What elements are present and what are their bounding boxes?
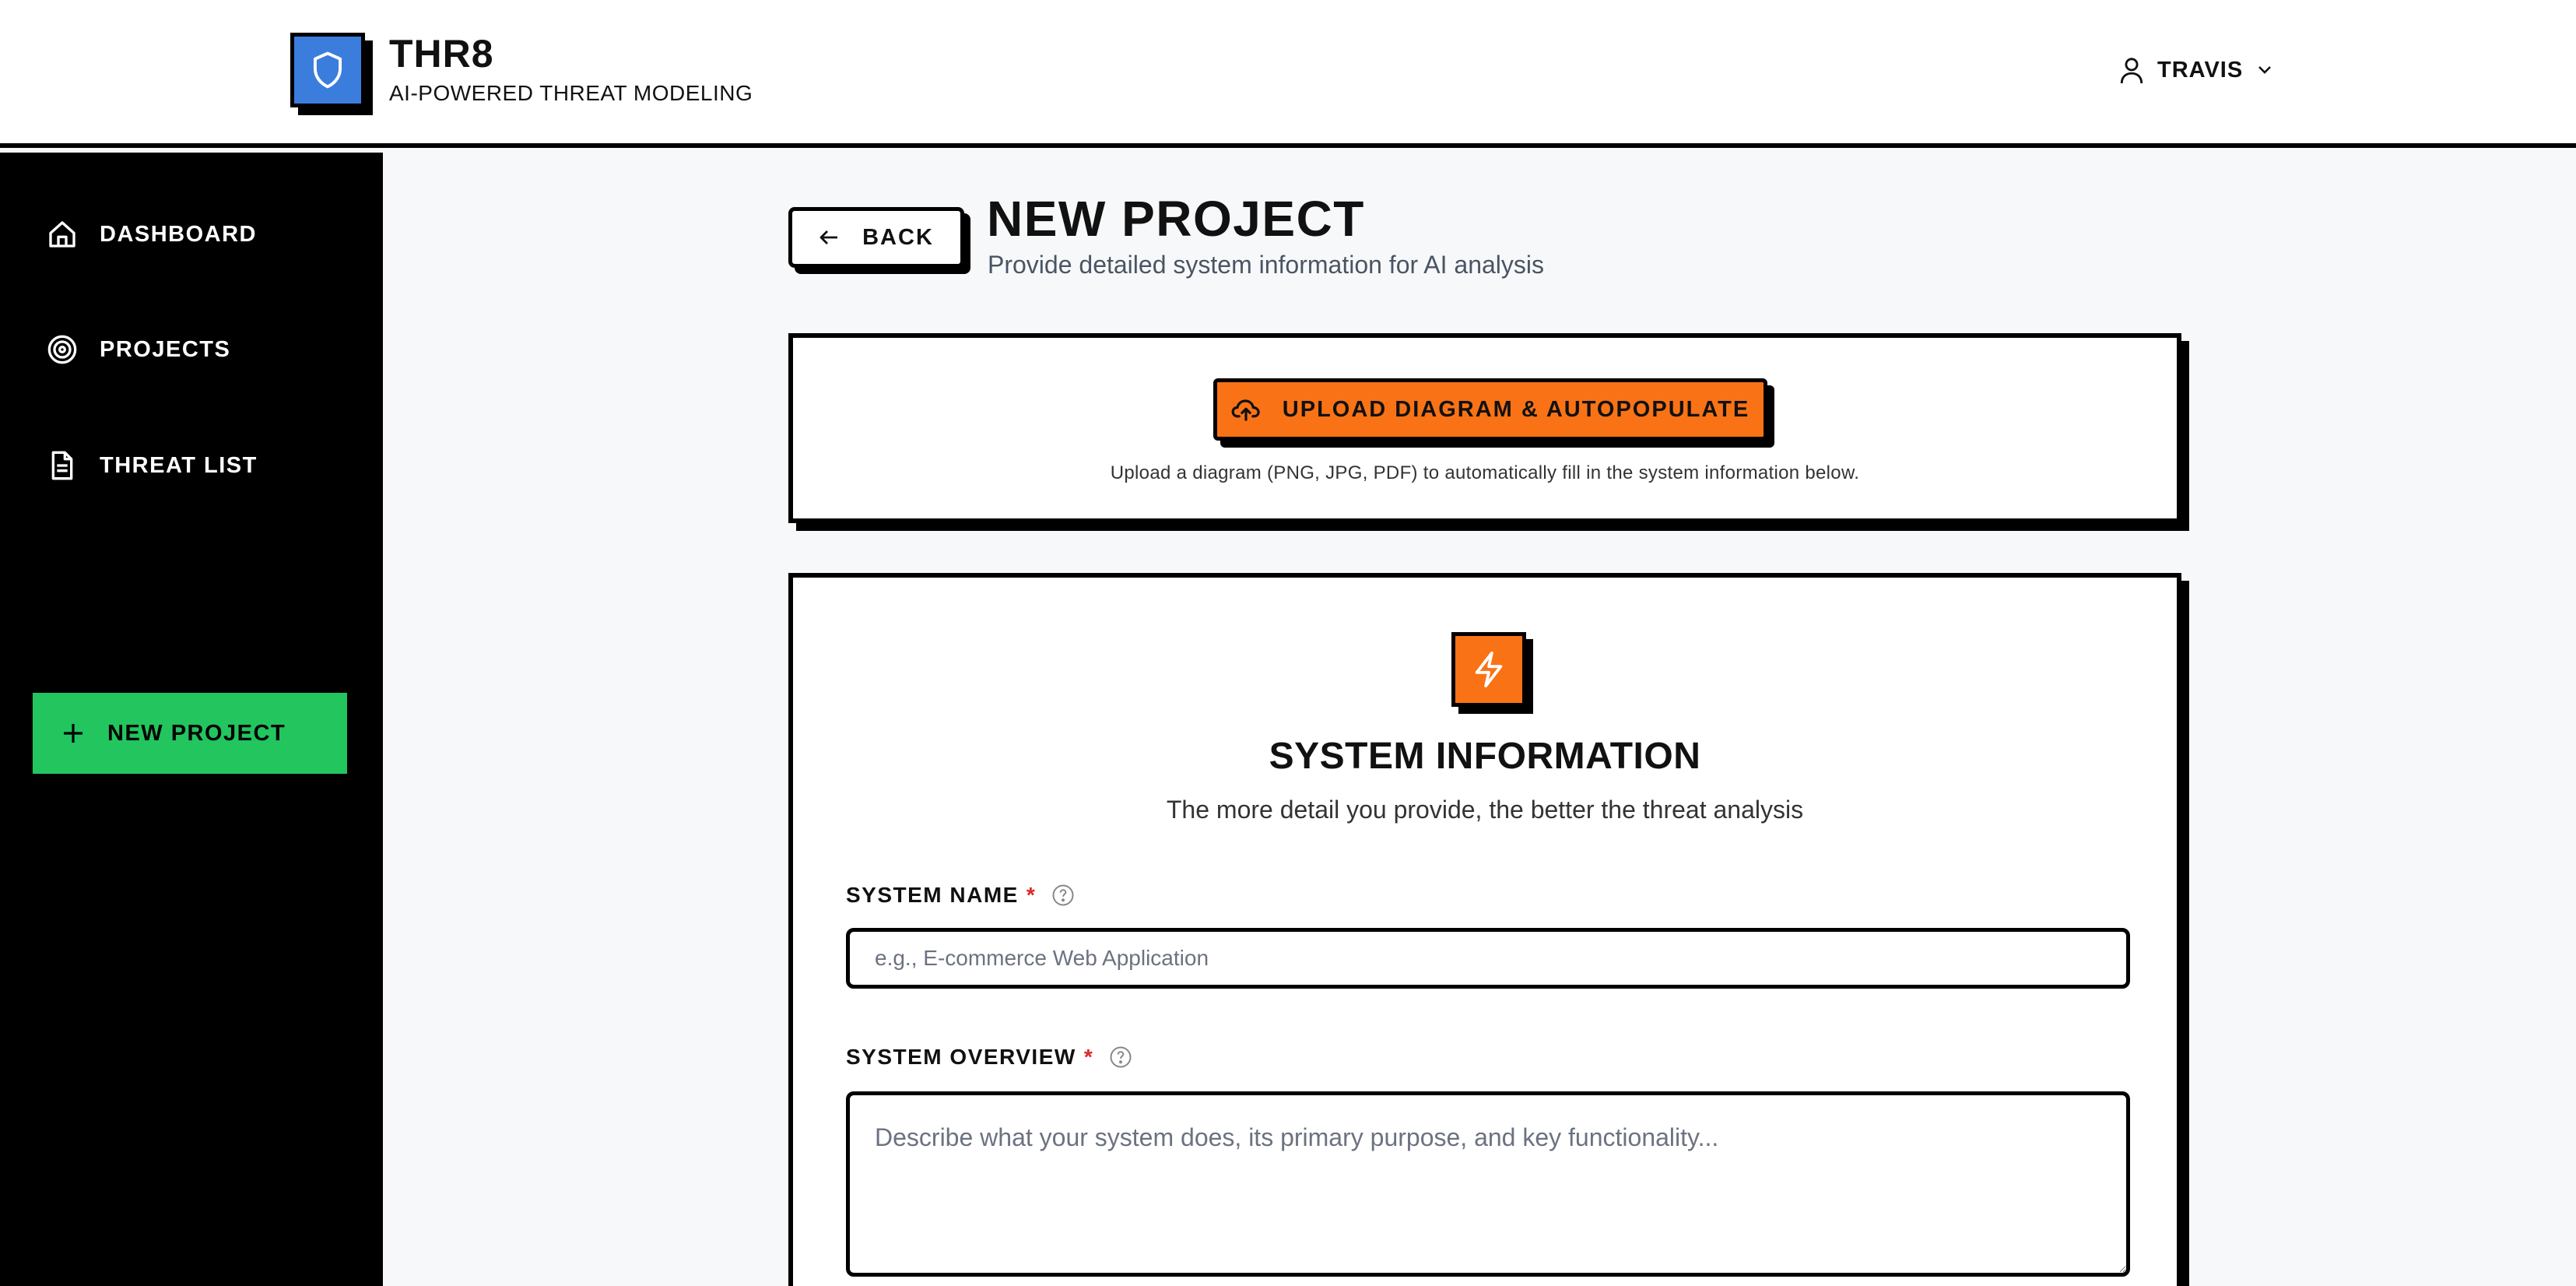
new-project-button[interactable]: NEW PROJECT xyxy=(33,693,347,774)
brand-name: THR8 xyxy=(389,32,494,76)
system-overview-label: SYSTEM OVERVIEW * xyxy=(846,1045,1132,1070)
sidebar-item-label: DASHBOARD xyxy=(100,221,257,247)
section-subtitle: The more detail you provide, the better … xyxy=(1166,796,1804,824)
required-marker: * xyxy=(1083,1045,1094,1069)
brand-logo[interactable] xyxy=(290,33,365,107)
sidebar-item-threat-list[interactable]: THREAT LIST xyxy=(47,442,258,489)
document-icon xyxy=(51,451,73,480)
new-project-label: NEW PROJECT xyxy=(107,720,286,746)
sidebar-item-dashboard[interactable]: DASHBOARD xyxy=(47,211,257,258)
brand-tagline: AI-POWERED THREAT MODELING xyxy=(389,81,753,105)
upload-help-text: Upload a diagram (PNG, JPG, PDF) to auto… xyxy=(1110,462,1860,483)
sidebar: DASHBOARD PROJECTS THREAT LIST NEW PROJE… xyxy=(0,153,383,1286)
user-icon xyxy=(2120,58,2143,84)
field-label-text: SYSTEM NAME xyxy=(846,883,1019,907)
upload-button-label: UPLOAD DIAGRAM & AUTOPOPULATE xyxy=(1282,396,1750,422)
sidebar-item-projects[interactable]: PROJECTS xyxy=(47,326,230,373)
plus-icon xyxy=(64,724,82,743)
chevron-down-icon xyxy=(2258,66,2272,74)
user-name: TRAVIS xyxy=(2157,57,2244,83)
system-name-label: SYSTEM NAME * xyxy=(846,883,1075,908)
lightning-icon xyxy=(1475,652,1503,687)
section-title: SYSTEM INFORMATION xyxy=(1269,736,1701,777)
field-label-text: SYSTEM OVERVIEW xyxy=(846,1045,1076,1069)
upload-card: UPLOAD DIAGRAM & AUTOPOPULATE Upload a d… xyxy=(788,333,2181,523)
bolt-badge xyxy=(1451,632,1526,707)
page-subtitle: Provide detailed system information for … xyxy=(988,251,1544,279)
system-information-card: SYSTEM INFORMATION The more detail you p… xyxy=(788,573,2181,1286)
sidebar-item-label: THREAT LIST xyxy=(100,452,258,478)
page-title: NEW PROJECT xyxy=(987,191,1365,247)
system-name-input[interactable] xyxy=(846,928,2130,989)
sidebar-item-label: PROJECTS xyxy=(100,336,231,362)
top-header: THR8 AI-POWERED THREAT MODELING TRAVIS xyxy=(0,0,2576,148)
cloud-upload-icon xyxy=(1231,399,1260,421)
target-icon xyxy=(47,335,77,364)
back-label: BACK xyxy=(862,224,934,250)
system-overview-textarea[interactable] xyxy=(846,1091,2130,1277)
help-icon[interactable] xyxy=(1109,1045,1132,1069)
upload-diagram-button[interactable]: UPLOAD DIAGRAM & AUTOPOPULATE xyxy=(1213,378,1767,441)
home-icon xyxy=(49,221,75,248)
user-menu[interactable]: TRAVIS xyxy=(2118,53,2274,87)
required-marker: * xyxy=(1026,883,1037,907)
arrow-left-icon xyxy=(819,230,838,244)
shield-icon xyxy=(313,51,342,89)
help-icon[interactable] xyxy=(1051,884,1075,907)
back-button[interactable]: BACK xyxy=(788,207,964,268)
